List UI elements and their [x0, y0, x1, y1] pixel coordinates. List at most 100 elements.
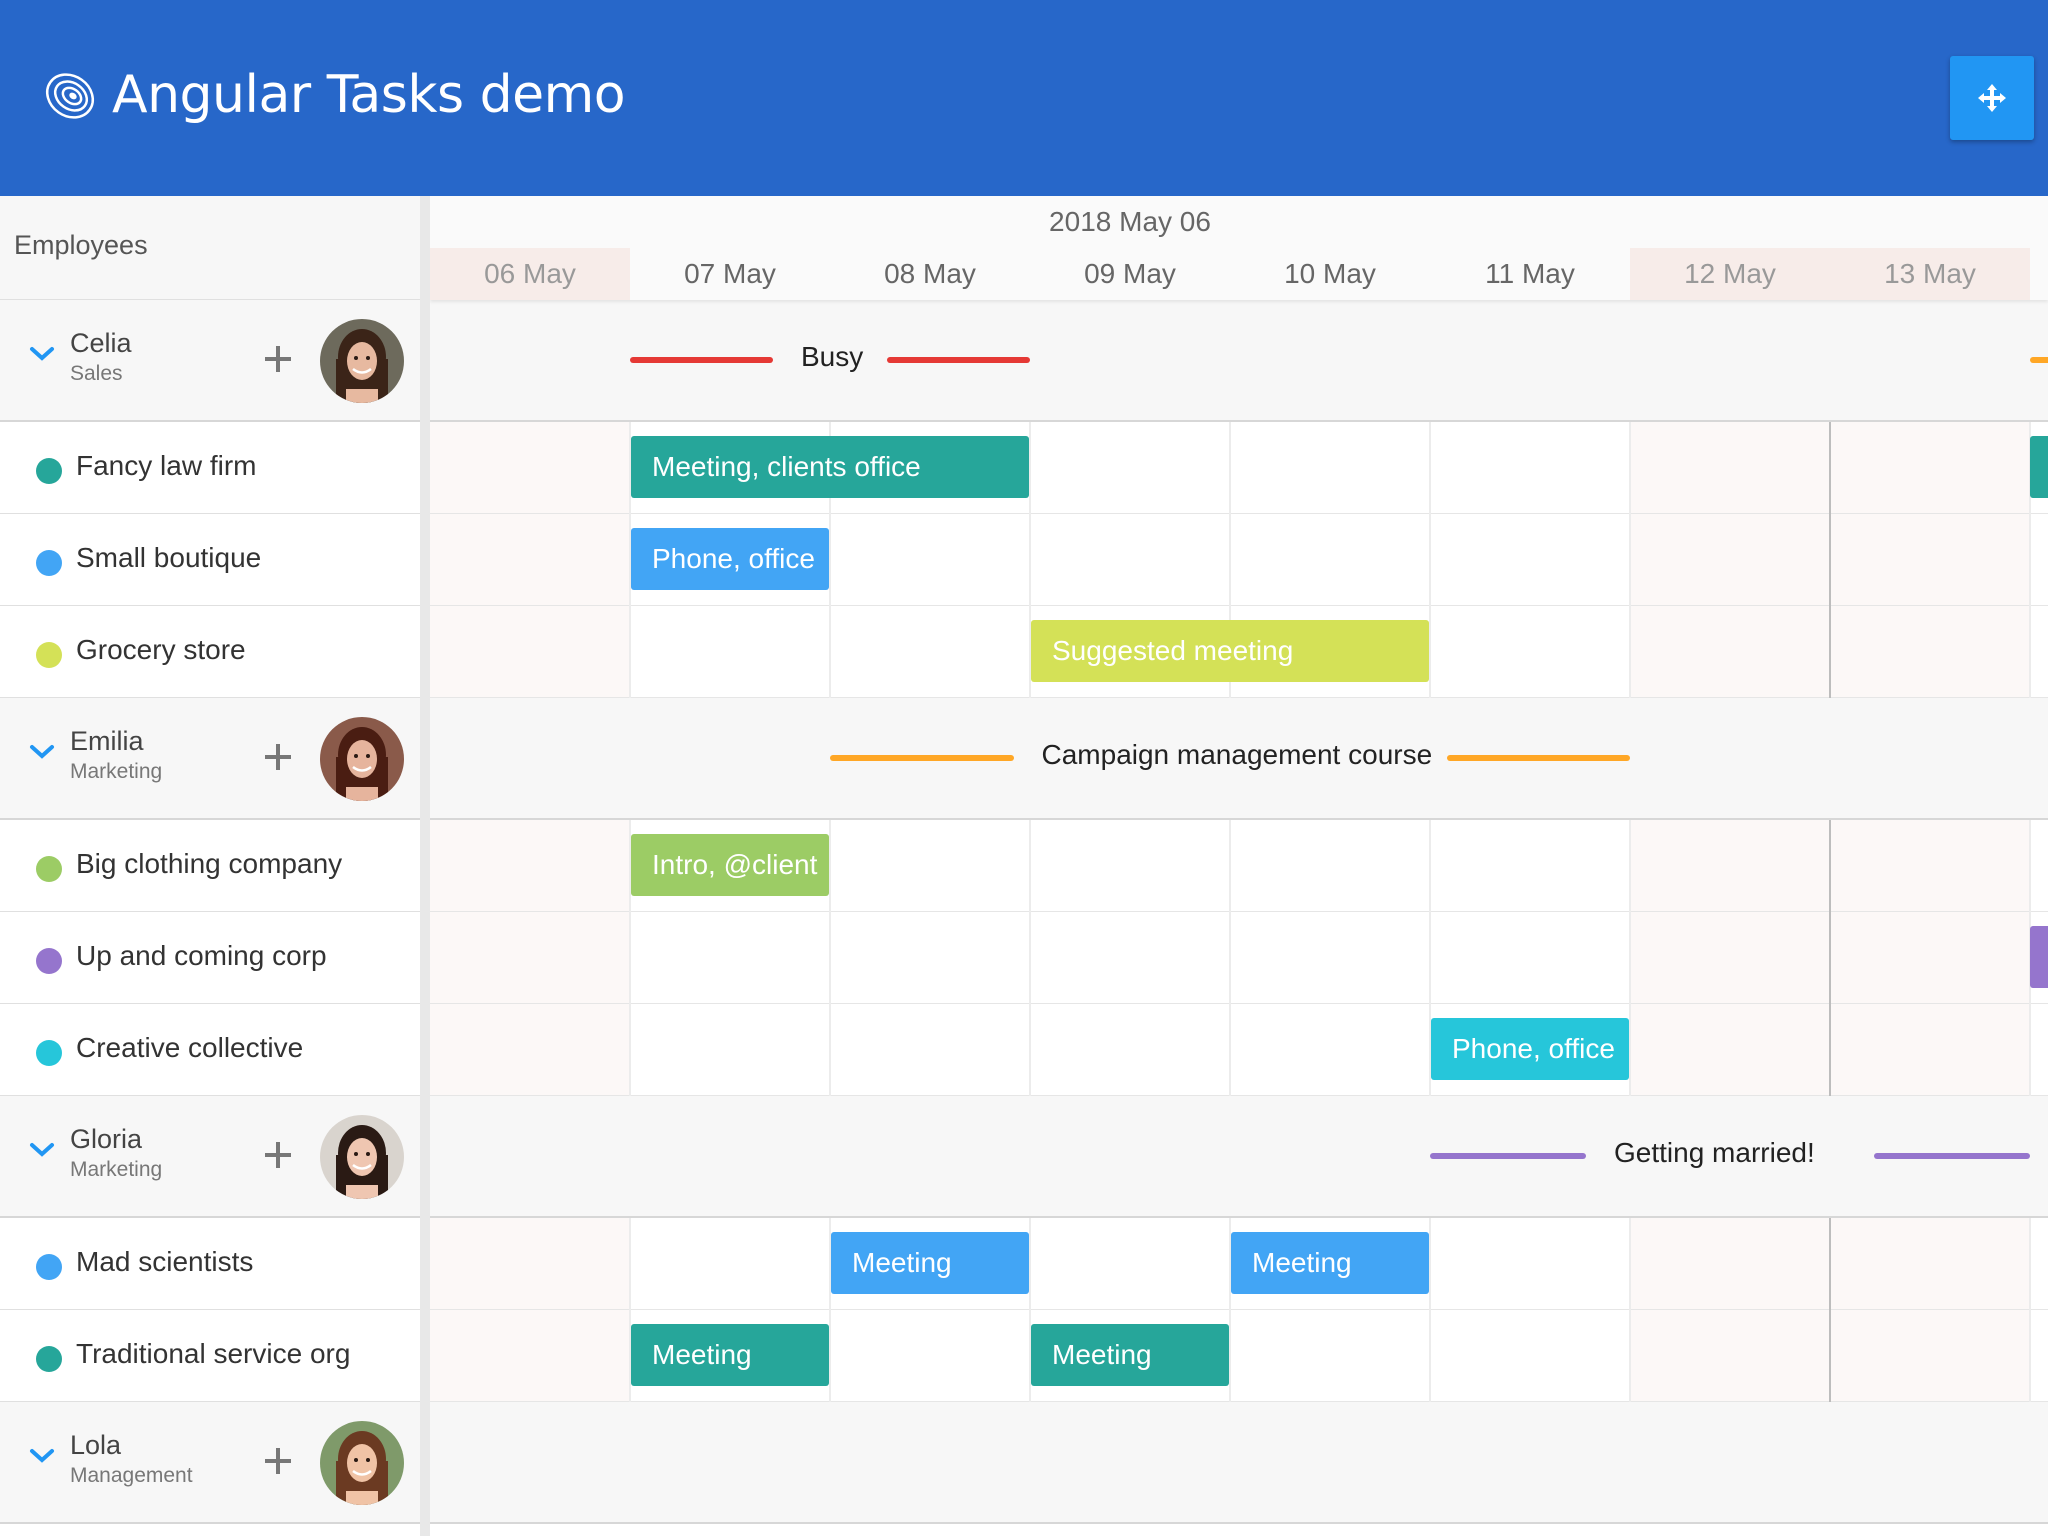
plus-icon[interactable] [262, 1139, 294, 1171]
move-arrows-icon [1978, 84, 2006, 112]
plus-icon[interactable] [262, 741, 294, 773]
client-name: Up and coming corp [76, 940, 327, 971]
app-title: Angular Tasks demo [112, 65, 626, 125]
client-row: Traditional service org [0, 1310, 420, 1402]
grid-line [1029, 1004, 1031, 1096]
plus-icon[interactable] [262, 1445, 294, 1477]
event-bar-left[interactable] [830, 755, 1014, 761]
employee-row-emilia: Emilia Marketing [0, 698, 420, 820]
grid-line [1429, 422, 1431, 514]
grid-line [1829, 514, 1831, 606]
event-label[interactable]: Campaign management course [1042, 739, 1433, 771]
grid-line [1829, 1218, 1831, 1310]
grid-line [829, 1004, 831, 1096]
grid-line [1429, 514, 1431, 606]
chevron-down-icon[interactable] [28, 344, 56, 364]
grid-line [629, 1218, 631, 1310]
plus-icon[interactable] [262, 343, 294, 375]
avatar [320, 1421, 404, 1505]
client-color-dot [36, 1254, 62, 1280]
chevron-down-icon[interactable] [28, 742, 56, 762]
client-color-dot [36, 642, 62, 668]
grid-line [829, 820, 831, 912]
grid-line [629, 912, 631, 1004]
chevron-down-icon[interactable] [28, 1140, 56, 1160]
client-name: Big clothing company [76, 848, 343, 879]
move-button[interactable] [1950, 56, 2034, 140]
chevron-down-icon[interactable] [28, 1446, 56, 1466]
client-row: Creative collective [0, 1004, 420, 1096]
grid-line [1229, 422, 1231, 514]
client-name: Fancy law firm [76, 450, 257, 481]
event-bar-left[interactable] [1430, 1153, 1586, 1159]
client-name: Creative collective [76, 1032, 304, 1063]
task-bar[interactable]: Suggested meeting [1031, 620, 1429, 682]
grid-line [1829, 912, 1831, 1004]
grid-line [1429, 1218, 1431, 1310]
client-name: Small boutique [76, 542, 262, 573]
client-color-dot [36, 1040, 62, 1066]
day-header-13-may: 13 May [1830, 248, 2030, 300]
client-color-dot [36, 948, 62, 974]
panel-splitter[interactable] [420, 196, 430, 1536]
task-bar[interactable]: Meeting, clients office [631, 436, 1029, 498]
day-header-07-may: 07 May [684, 258, 776, 289]
client-timeline-row [430, 912, 2048, 1004]
task-bar[interactable]: Phone, office [631, 528, 829, 590]
task-bar[interactable]: Phone, office [1431, 1018, 1629, 1080]
employee-panel-header: Employees [0, 196, 420, 300]
employee-timeline-row: Busy [430, 300, 2048, 422]
grid-line [1629, 514, 1631, 606]
grid-line [1229, 1004, 1231, 1096]
event-bar-right[interactable] [1446, 755, 1630, 761]
employee-department: Management [70, 1464, 193, 1487]
grid-line [1229, 912, 1231, 1004]
event-bar-right[interactable] [1874, 1153, 2030, 1159]
avatar [320, 319, 404, 403]
grid-line [829, 514, 831, 606]
task-bar[interactable]: Meeting [1231, 1232, 1429, 1294]
grid-line [1429, 606, 1431, 698]
grid-line [1429, 912, 1431, 1004]
employees-heading: Employees [14, 230, 148, 260]
grid-line [1429, 1310, 1431, 1402]
client-row: Fancy law firm [0, 422, 420, 514]
grid-line [1829, 606, 1831, 698]
grid-line [2029, 1310, 2031, 1402]
grid-line [2029, 514, 2031, 606]
task-bar[interactable]: Meeting [831, 1232, 1029, 1294]
grid-line [1029, 820, 1031, 912]
event-label[interactable]: Getting married! [1614, 1137, 1815, 1169]
grid-line [1629, 1218, 1631, 1310]
employee-name: Gloria [70, 1124, 143, 1154]
event-label[interactable]: Busy [801, 341, 863, 373]
employee-department: Marketing [70, 1158, 163, 1181]
next-task-bar[interactable] [2030, 926, 2048, 988]
grid-line [629, 1004, 631, 1096]
grid-line [829, 1310, 831, 1402]
grid-line [1829, 1004, 1831, 1096]
task-bar[interactable]: Meeting [631, 1324, 829, 1386]
swirl-logo-icon [45, 73, 95, 119]
next-event-bar[interactable] [2030, 357, 2048, 363]
task-bar[interactable]: Intro, @client [631, 834, 829, 896]
avatar [320, 1115, 404, 1199]
client-color-dot [36, 1346, 62, 1372]
client-row: Big clothing company [0, 820, 420, 912]
employee-name: Celia [70, 328, 132, 358]
grid-line [1629, 1310, 1631, 1402]
event-bar-left[interactable] [630, 357, 773, 363]
client-row: Up and coming corp [0, 912, 420, 1004]
task-bar[interactable]: Meeting [1031, 1324, 1229, 1386]
event-bar-right[interactable] [887, 357, 1030, 363]
grid-line [1029, 514, 1031, 606]
grid-line [1029, 912, 1031, 1004]
grid-line [829, 606, 831, 698]
grid-line [2029, 1004, 2031, 1096]
grid-line [1229, 514, 1231, 606]
grid-line [1829, 820, 1831, 912]
timeline-header: 2018 May 06 06 May 07 May 08 May 09 May 10 M… [430, 196, 2048, 300]
grid-line [829, 912, 831, 1004]
next-task-bar[interactable] [2030, 436, 2048, 498]
day-header-11-may: 11 May [1485, 258, 1575, 289]
